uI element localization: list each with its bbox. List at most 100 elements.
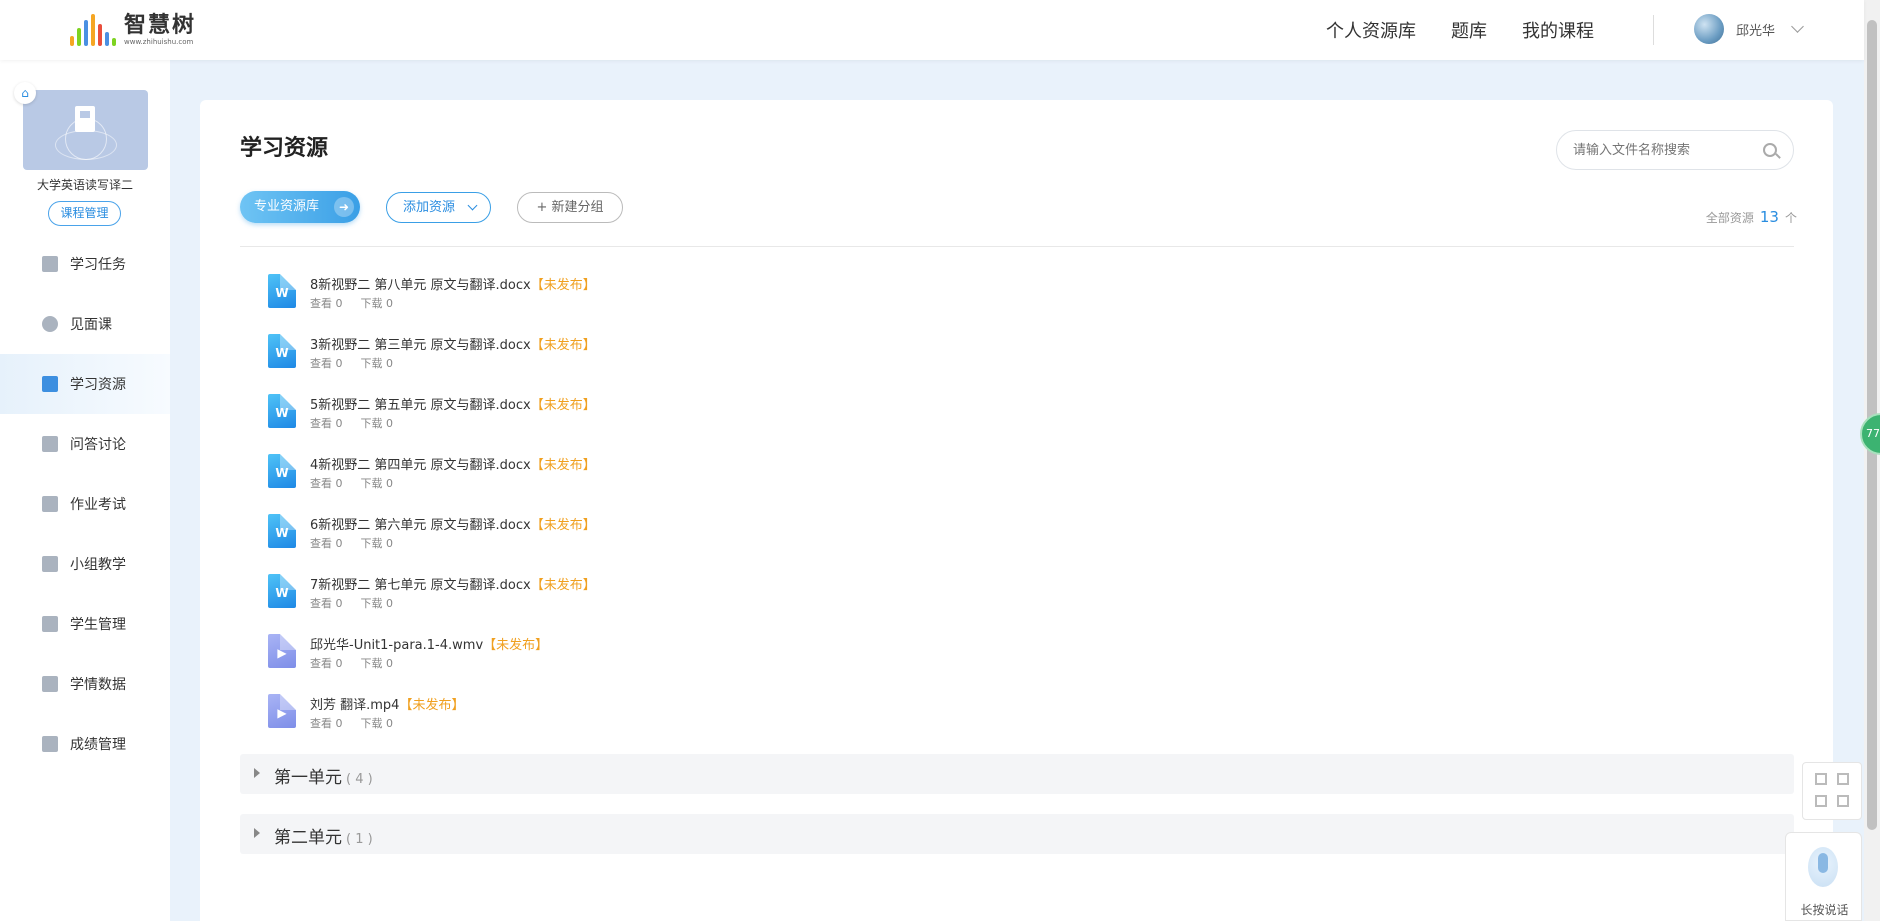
logo-text: 智慧树 <box>124 13 197 38</box>
course-manage-button[interactable]: 课程管理 <box>48 201 121 226</box>
video-file-icon: ▶ <box>268 634 296 668</box>
download-count: 下载 0 <box>360 477 394 490</box>
file-name[interactable]: 3新视野二 第三单元 原文与翻译.docx <box>310 338 531 353</box>
question-icon <box>42 436 58 452</box>
caret-right-icon[interactable] <box>254 768 260 778</box>
nav-my-courses[interactable]: 我的课程 <box>1522 17 1594 43</box>
sidebar-item-exams[interactable]: 作业考试 <box>0 474 170 534</box>
download-count: 下载 0 <box>360 597 394 610</box>
sidebar-item-students[interactable]: 学生管理 <box>0 594 170 654</box>
user-name: 邱光华 <box>1736 23 1776 39</box>
sidebar-item-tasks[interactable]: 学习任务 <box>0 234 170 294</box>
nav-divider <box>1653 15 1654 45</box>
course-cover[interactable] <box>23 90 148 170</box>
sidebar-item-label: 作业考试 <box>70 497 126 513</box>
download-count: 下载 0 <box>360 537 394 550</box>
arrow-right-icon: ➜ <box>334 197 354 217</box>
sidebar-item-resources[interactable]: 学习资源 <box>0 354 170 414</box>
qr-code-icon[interactable] <box>1802 762 1862 820</box>
sidebar-item-label: 问答讨论 <box>70 437 126 453</box>
nav-question-bank[interactable]: 题库 <box>1451 17 1487 43</box>
bar-chart-icon <box>42 676 58 692</box>
logo-subtext: www.zhihuishu.com <box>124 38 194 46</box>
download-count: 下载 0 <box>360 657 394 670</box>
file-name[interactable]: 7新视野二 第七单元 原文与翻译.docx <box>310 578 531 593</box>
book-icon <box>75 106 95 132</box>
group-unit-2[interactable]: 第二单元 ( 1 ) <box>240 814 1794 854</box>
logo[interactable]: 智慧树 www.zhihuishu.com <box>70 12 196 46</box>
search-input[interactable] <box>1573 140 1753 160</box>
status-badge: 【未发布】 <box>530 578 596 593</box>
view-count: 查看 0 <box>310 357 343 370</box>
pro-library-button[interactable]: 专业资源库 ➜ <box>240 191 360 223</box>
total-unit: 个 <box>1784 211 1797 225</box>
download-count: 下载 0 <box>360 717 394 730</box>
sidebar-item-label: 学情数据 <box>70 677 126 693</box>
chevron-down-icon <box>467 200 478 211</box>
sidebar-item-qa[interactable]: 问答讨论 <box>0 414 170 474</box>
view-count: 查看 0 <box>310 417 343 430</box>
group-unit-1[interactable]: 第一单元 ( 4 ) <box>240 754 1794 794</box>
sidebar-item-analytics[interactable]: 学情数据 <box>0 654 170 714</box>
microphone-icon <box>1808 847 1838 887</box>
file-name[interactable]: 6新视野二 第六单元 原文与翻译.docx <box>310 518 531 533</box>
exam-icon <box>42 496 58 512</box>
status-badge: 【未发布】 <box>530 458 596 473</box>
view-count: 查看 0 <box>310 657 343 670</box>
status-badge: 【未发布】 <box>530 338 596 353</box>
group-name: 第一单元 <box>274 768 342 788</box>
add-resource-button[interactable]: 添加资源 <box>386 192 491 223</box>
total-count: 13 <box>1759 208 1779 226</box>
status-badge: 【未发布】 <box>530 398 596 413</box>
nav-personal-library[interactable]: 个人资源库 <box>1326 17 1416 43</box>
group-icon <box>42 556 58 572</box>
sidebar-menu: 学习任务 见面课 学习资源 问答讨论 作业考试 小组教学 学生管理 学情数据 成… <box>0 234 170 774</box>
word-file-icon: W <box>268 274 296 308</box>
word-file-icon: W <box>268 394 296 428</box>
avatar[interactable] <box>1694 14 1724 44</box>
course-name: 大学英语读写译二 <box>36 178 133 192</box>
top-bar: 智慧树 www.zhihuishu.com 个人资源库 题库 我的课程 邱光华 <box>0 0 1864 60</box>
search-icon[interactable] <box>1763 143 1777 157</box>
caret-right-icon[interactable] <box>254 828 260 838</box>
status-badge: 【未发布】 <box>530 518 596 533</box>
sidebar-item-live-class[interactable]: 见面课 <box>0 294 170 354</box>
sidebar: ⌂ 大学英语读写译二 课程管理 学习任务 见面课 学习资源 问答讨论 作业考试 … <box>0 60 170 921</box>
file-name[interactable]: 刘芳 翻译.mp4 <box>310 698 399 713</box>
user-menu[interactable]: 邱光华 <box>1694 14 1804 44</box>
view-count: 查看 0 <box>310 537 343 550</box>
chevron-down-icon[interactable] <box>1791 20 1804 33</box>
grade-icon <box>42 736 58 752</box>
pro-library-label: 专业资源库 <box>254 199 320 214</box>
person-icon <box>42 316 58 332</box>
book-icon <box>42 376 58 392</box>
status-badge: 【未发布】 <box>530 278 596 293</box>
sidebar-item-grades[interactable]: 成绩管理 <box>0 714 170 774</box>
file-name[interactable]: 4新视野二 第四单元 原文与翻译.docx <box>310 458 531 473</box>
sidebar-item-groups[interactable]: 小组教学 <box>0 534 170 594</box>
voice-button[interactable]: 长按说话 <box>1785 832 1862 921</box>
task-icon <box>42 256 58 272</box>
divider <box>240 246 1794 247</box>
resources-card: 学习资源 专业资源库 ➜ 添加资源 + 新建分组 全部资源 13 个 W 8新视… <box>200 100 1833 921</box>
floating-badge[interactable]: 77 <box>1860 413 1880 455</box>
view-count: 查看 0 <box>310 477 343 490</box>
file-name[interactable]: 8新视野二 第八单元 原文与翻译.docx <box>310 278 531 293</box>
sidebar-item-label: 学习任务 <box>70 257 126 273</box>
group-count: ( 4 ) <box>346 772 373 787</box>
view-count: 查看 0 <box>310 717 343 730</box>
word-file-icon: W <box>268 514 296 548</box>
file-name[interactable]: 5新视野二 第五单元 原文与翻译.docx <box>310 398 531 413</box>
search-box <box>1556 130 1794 170</box>
graduation-cap-icon <box>42 616 58 632</box>
file-name[interactable]: 邱光华-Unit1-para.1-4.wmv <box>310 638 483 653</box>
download-count: 下载 0 <box>360 297 394 310</box>
status-badge: 【未发布】 <box>399 698 465 713</box>
resource-total: 全部资源 13 个 <box>1706 208 1797 226</box>
home-icon[interactable]: ⌂ <box>14 82 36 104</box>
total-label: 全部资源 <box>1705 211 1754 225</box>
word-file-icon: W <box>268 334 296 368</box>
sidebar-item-label: 学生管理 <box>70 617 126 633</box>
new-group-button[interactable]: + 新建分组 <box>517 192 623 223</box>
scrollbar[interactable] <box>1864 0 1880 921</box>
